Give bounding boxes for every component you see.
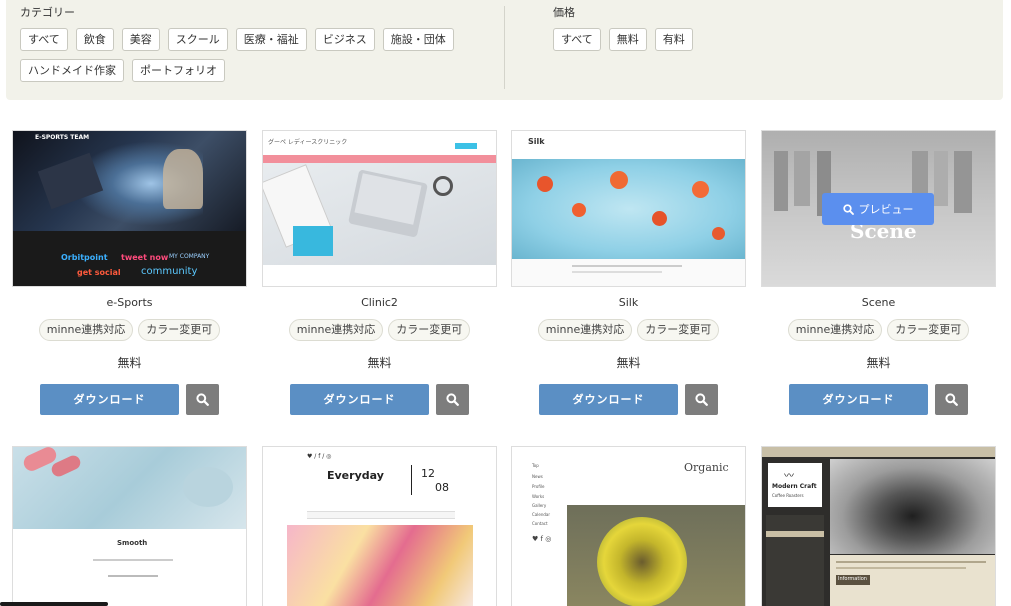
thumb-menu-7: Contact (532, 521, 548, 526)
template-thumbnail[interactable]: Organic Top News Profile Works Gallery C… (511, 446, 746, 606)
thumb-logo-2: tweet now (121, 253, 169, 262)
template-thumbnail[interactable]: E-SPORTS TEAM Orbitpoint tweet now MY CO… (12, 130, 247, 287)
template-tags: minne連携対応 カラー変更可 (262, 319, 497, 341)
category-chip-list: すべて 飲食 美容 スクール 医療・福祉 ビジネス 施設・団体 ハンドメイド作家… (20, 28, 490, 82)
category-chip-all[interactable]: すべて (20, 28, 68, 51)
template-price: 無料 (616, 356, 641, 370)
template-thumbnail[interactable]: 〰 Modern Craft Coffee Roasters Informati… (761, 446, 996, 606)
template-name: Scene (861, 296, 896, 309)
tag-color: カラー変更可 (637, 319, 720, 341)
magnifier-icon (196, 393, 209, 406)
template-tags: minne連携対応 カラー変更可 (761, 319, 996, 341)
thumb-logo-4: get social (77, 268, 121, 277)
thumb-menu-1: Top (532, 463, 539, 468)
filter-divider (504, 6, 505, 89)
thumb-header: Modern Craft (772, 483, 817, 490)
tag-color: カラー変更可 (138, 319, 221, 341)
thumb-section: Information (838, 576, 867, 582)
tag-color: カラー変更可 (388, 319, 471, 341)
tag-minne: minne連携対応 (537, 319, 633, 341)
category-chip-portfolio[interactable]: ポートフォリオ (132, 59, 225, 82)
thumb-menu-6: Calendar (532, 512, 550, 517)
category-chip-school[interactable]: スクール (167, 28, 228, 51)
category-chip-facility[interactable]: 施設・団体 (382, 28, 454, 51)
thumb-logo-1: Orbitpoint (61, 253, 108, 262)
template-tags: minne連携対応 カラー変更可 (12, 319, 247, 341)
tag-minne: minne連携対応 (787, 319, 883, 341)
template-price: 無料 (367, 356, 392, 370)
download-button[interactable]: ダウンロード (539, 384, 678, 415)
template-price: 無料 (117, 356, 142, 370)
thumb-header: Smooth (117, 539, 148, 547)
preview-search-button[interactable] (436, 384, 469, 415)
price-chip-all[interactable]: すべて (553, 28, 601, 51)
category-chip-food[interactable]: 飲食 (75, 28, 114, 51)
template-thumbnail[interactable]: ♥ / f / ◎ Everyday 12 08 (262, 446, 497, 606)
category-chip-medical[interactable]: 医療・福祉 (235, 28, 307, 51)
thumb-date-top: 12 (421, 467, 435, 480)
thumb-sub: Coffee Roasters (772, 493, 804, 498)
preview-search-button[interactable] (685, 384, 718, 415)
thumb-header: Everyday (327, 469, 384, 482)
mustache-icon: 〰 (784, 471, 794, 482)
magnifier-icon (945, 393, 958, 406)
horizontal-scrollbar[interactable] (0, 602, 108, 606)
category-filter-title: カテゴリー (20, 6, 75, 19)
thumb-date-bottom: 08 (435, 481, 449, 494)
magnifier-icon (695, 393, 708, 406)
thumb-header: Silk (528, 137, 545, 146)
filter-panel: カテゴリー すべて 飲食 美容 スクール 医療・福祉 ビジネス 施設・団体 ハン… (6, 0, 1003, 100)
thumb-menu-4: Works (532, 494, 545, 499)
thumb-menu-3: Profile (532, 484, 545, 489)
preview-search-button[interactable] (935, 384, 968, 415)
thumb-logo-5: community (141, 266, 198, 277)
price-chip-free[interactable]: 無料 (608, 28, 647, 51)
thumb-header: グーペ レディースクリニック (268, 139, 348, 146)
preview-button[interactable]: プレビュー (822, 193, 934, 225)
template-thumbnail[interactable]: グーペ レディースクリニック (262, 130, 497, 287)
price-chip-list: すべて 無料 有料 (553, 28, 1011, 51)
template-price: 無料 (866, 356, 891, 370)
twitter-facebook-icons: ♥ / f / ◎ (307, 453, 332, 460)
thumb-menu-5: Gallery (532, 503, 547, 508)
price-filter-title: 価格 (553, 6, 575, 19)
category-chip-beauty[interactable]: 美容 (121, 28, 160, 51)
preview-search-button[interactable] (186, 384, 219, 415)
price-chip-paid[interactable]: 有料 (654, 28, 693, 51)
magnifier-icon (842, 203, 854, 215)
price-filter: 価格 すべて 無料 有料 (553, 6, 853, 51)
tag-color: カラー変更可 (887, 319, 970, 341)
magnifier-icon (446, 393, 459, 406)
category-filter: カテゴリー すべて 飲食 美容 スクール 医療・福祉 ビジネス 施設・団体 ハン… (20, 6, 490, 82)
download-button[interactable]: ダウンロード (789, 384, 928, 415)
thumb-menu-2: News (532, 474, 543, 479)
thumb-header: E-SPORTS TEAM (35, 134, 90, 141)
tag-minne: minne連携対応 (288, 319, 384, 341)
template-tags: minne連携対応 カラー変更可 (511, 319, 746, 341)
download-button[interactable]: ダウンロード (290, 384, 429, 415)
category-chip-handmade[interactable]: ハンドメイド作家 (20, 59, 124, 82)
thumb-header: Organic (684, 461, 729, 474)
template-thumbnail[interactable]: Scene プレビュー (761, 130, 996, 287)
download-button[interactable]: ダウンロード (40, 384, 179, 415)
category-chip-business[interactable]: ビジネス (314, 28, 375, 51)
template-name: e-Sports (106, 296, 153, 309)
preview-label: プレビュー (858, 203, 914, 216)
tag-minne: minne連携対応 (38, 319, 134, 341)
template-name: Clinic2 (361, 296, 398, 309)
template-name: Silk (618, 296, 639, 309)
thumb-logo-3: MY COMPANY (169, 253, 210, 260)
template-thumbnail[interactable]: Smooth (12, 446, 247, 606)
template-thumbnail[interactable]: Silk (511, 130, 746, 287)
thumb-social-icons: ♥ f ◎ (532, 535, 552, 543)
